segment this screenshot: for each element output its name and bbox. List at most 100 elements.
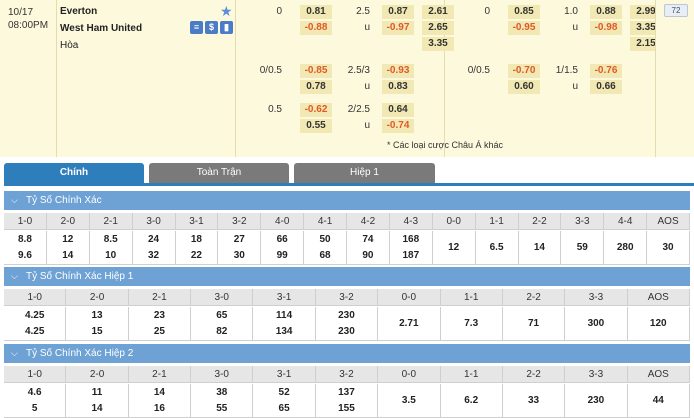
score-odd[interactable]: 30 xyxy=(234,248,245,264)
score-odd[interactable]: 300 xyxy=(588,316,605,332)
under-odd[interactable]: -0.98 xyxy=(590,21,622,35)
score-odds-cell[interactable]: 13 15 xyxy=(66,307,129,341)
handicap-home-odd[interactable]: 0.85 xyxy=(508,5,540,19)
money-icon[interactable]: $ xyxy=(205,21,218,34)
score-odds-cell[interactable]: 66 99 xyxy=(261,231,305,265)
score-odd[interactable]: 230 xyxy=(338,308,355,324)
score-odd[interactable]: 12 xyxy=(62,232,73,248)
chevron-down-icon[interactable]: ⌵ xyxy=(11,191,18,210)
over-odd[interactable]: 0.64 xyxy=(382,103,414,117)
score-odd[interactable]: 65 xyxy=(279,401,290,417)
score-odd[interactable]: 4.25 xyxy=(25,324,44,340)
score-odds-cell[interactable]: 24 32 xyxy=(132,231,176,265)
handicap-away-odd[interactable]: -0.95 xyxy=(508,21,540,35)
score-odd[interactable]: 59 xyxy=(577,240,588,256)
score-odds-cell[interactable]: 300 xyxy=(565,307,628,341)
home-team[interactable]: Everton xyxy=(60,6,97,17)
score-odd[interactable]: 6.2 xyxy=(464,393,478,409)
score-odd[interactable]: 18 xyxy=(191,232,202,248)
draw-odd[interactable]: 3.35 xyxy=(422,37,454,51)
score-odd[interactable]: 4.25 xyxy=(25,308,44,324)
tab-full-time[interactable]: Toàn Trận xyxy=(149,163,289,183)
score-odds-cell[interactable]: 14 16 xyxy=(128,384,192,418)
score-odds-cell[interactable]: 11 14 xyxy=(66,384,129,418)
score-odd[interactable]: 11 xyxy=(92,385,103,401)
score-odd[interactable]: 65 xyxy=(216,308,227,324)
score-odd[interactable]: 68 xyxy=(320,248,331,264)
score-odd[interactable]: 230 xyxy=(588,393,605,409)
score-odd[interactable]: 15 xyxy=(91,324,102,340)
score-odd[interactable]: 22 xyxy=(191,248,202,264)
list-icon[interactable]: ≡ xyxy=(190,21,203,34)
over-odd[interactable]: 0.87 xyxy=(382,5,414,19)
score-odds-cell[interactable]: 6.2 xyxy=(440,384,503,418)
handicap-home-odd[interactable]: 0.81 xyxy=(300,5,332,19)
under-odd[interactable]: 0.66 xyxy=(590,80,622,94)
chart-icon[interactable]: ▮ xyxy=(220,21,233,34)
score-odds-cell[interactable]: 18 22 xyxy=(175,231,219,265)
favorite-star-icon[interactable]: ★ xyxy=(220,3,233,20)
score-odd[interactable]: 6.5 xyxy=(490,240,504,256)
score-odds-cell[interactable]: 12 xyxy=(432,231,476,265)
section-header[interactable]: ⌵ Tỷ Số Chính Xác Hiệp 2 xyxy=(4,344,690,363)
score-odd[interactable]: 3.5 xyxy=(402,393,416,409)
chevron-down-icon[interactable]: ⌵ xyxy=(11,344,18,363)
score-odds-cell[interactable]: 52 65 xyxy=(253,384,316,418)
score-odds-cell[interactable]: 230 230 xyxy=(315,307,379,341)
score-odds-cell[interactable]: 38 55 xyxy=(191,384,254,418)
handicap-home-odd[interactable]: -0.62 xyxy=(300,103,332,117)
over-odd[interactable]: 0.88 xyxy=(590,5,622,19)
score-odd[interactable]: 90 xyxy=(362,248,373,264)
score-odd[interactable]: 55 xyxy=(216,401,227,417)
score-odd[interactable]: 187 xyxy=(402,248,419,264)
score-odd[interactable]: 7.3 xyxy=(464,316,478,332)
score-odds-cell[interactable]: 65 82 xyxy=(191,307,254,341)
score-odds-cell[interactable]: 2.71 xyxy=(378,307,441,341)
score-odd[interactable]: 33 xyxy=(528,393,539,409)
score-odd[interactable]: 4.6 xyxy=(28,385,42,401)
handicap-away-odd[interactable]: 0.55 xyxy=(300,119,332,133)
score-odds-cell[interactable]: 8.5 10 xyxy=(89,231,133,265)
handicap-home-odd[interactable]: -0.85 xyxy=(300,64,332,78)
score-odds-cell[interactable]: 33 xyxy=(502,384,566,418)
score-odds-cell[interactable]: 30 xyxy=(647,231,690,265)
score-odd[interactable]: 280 xyxy=(617,240,634,256)
score-odd[interactable]: 25 xyxy=(154,324,165,340)
score-odds-cell[interactable]: 114 134 xyxy=(253,307,316,341)
section-header[interactable]: ⌵ Tỷ Số Chính Xác Hiệp 1 xyxy=(4,267,690,286)
handicap-home-odd[interactable]: -0.70 xyxy=(508,64,540,78)
score-odd[interactable]: 230 xyxy=(338,324,355,340)
score-odds-cell[interactable]: 7.3 xyxy=(440,307,503,341)
score-odd[interactable]: 137 xyxy=(338,385,355,401)
score-odd[interactable]: 71 xyxy=(528,316,539,332)
score-odd[interactable]: 8.8 xyxy=(18,232,32,248)
score-odd[interactable]: 14 xyxy=(534,240,545,256)
score-odds-cell[interactable]: 14 xyxy=(518,231,562,265)
score-odd[interactable]: 10 xyxy=(105,248,116,264)
score-odds-cell[interactable]: 4.6 5 xyxy=(4,384,67,418)
home-win-odd[interactable]: 2.61 xyxy=(422,5,454,19)
score-odd[interactable]: 44 xyxy=(653,393,664,409)
score-odd[interactable]: 82 xyxy=(216,324,227,340)
over-odd[interactable]: -0.93 xyxy=(382,64,414,78)
score-odds-cell[interactable]: 137 155 xyxy=(315,384,379,418)
score-odd[interactable]: 134 xyxy=(276,324,293,340)
score-odd[interactable]: 52 xyxy=(279,385,290,401)
tab-main[interactable]: Chính xyxy=(4,163,144,183)
score-odds-cell[interactable]: 23 25 xyxy=(128,307,192,341)
score-odd[interactable]: 14 xyxy=(91,401,102,417)
score-odd[interactable]: 50 xyxy=(320,232,331,248)
score-odds-cell[interactable]: 12 14 xyxy=(46,231,90,265)
tab-first-half[interactable]: Hiệp 1 xyxy=(294,163,435,183)
score-odd[interactable]: 120 xyxy=(650,316,667,332)
score-odd[interactable]: 2.71 xyxy=(399,316,418,332)
score-odds-cell[interactable]: 6.5 xyxy=(475,231,519,265)
score-odd[interactable]: 23 xyxy=(154,308,165,324)
score-odds-cell[interactable]: 230 xyxy=(565,384,628,418)
score-odd[interactable]: 168 xyxy=(402,232,419,248)
score-odds-cell[interactable]: 74 90 xyxy=(347,231,390,265)
score-odd[interactable]: 14 xyxy=(154,385,165,401)
score-odd[interactable]: 16 xyxy=(154,401,165,417)
score-odd[interactable]: 38 xyxy=(216,385,227,401)
more-markets-badge[interactable]: 72 xyxy=(664,4,688,17)
